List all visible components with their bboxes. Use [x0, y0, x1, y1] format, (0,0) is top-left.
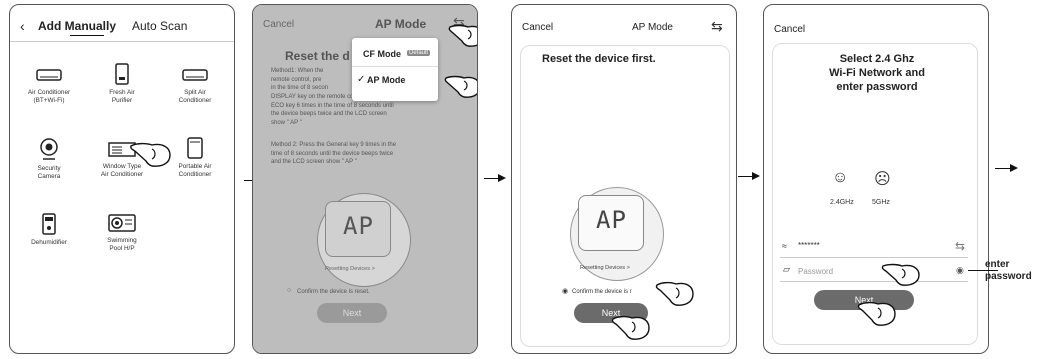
tab-add-manually[interactable]: Add Manually [38, 19, 116, 33]
screen-ap-mode-menu: Cancel AP Mode ⇆ Reset the d Method1: Wh… [252, 4, 478, 354]
device-label: Split Air Conditioner [178, 89, 212, 104]
tap-hand-icon [881, 263, 920, 286]
tap-hand-icon [130, 142, 171, 167]
device-label: Swimming Pool H/P [107, 237, 137, 252]
device-label: Portable Air Conditioner [178, 163, 212, 178]
device-label: Air Conditioner (BT+Wi-Fi) [27, 89, 71, 104]
screen-wifi-password: Cancel Select 2.4 Ghz Wi-Fi Network and … [763, 4, 989, 354]
camera-icon [40, 138, 58, 160]
confirm-checkbox-icon[interactable]: ◉ [562, 287, 568, 295]
tap-hand-icon [444, 75, 477, 98]
ac-unit-icon [36, 69, 62, 81]
ssid-underline [780, 257, 968, 258]
ssid-field[interactable]: ******* [798, 241, 820, 250]
band-5ghz-label: 5GHz [872, 199, 890, 206]
split-ac-icon [182, 69, 208, 81]
cancel-button[interactable]: Cancel [263, 19, 294, 30]
cf-mode-option[interactable]: CF Mode [363, 49, 401, 59]
mode-title: AP Mode [632, 22, 673, 33]
lock-icon: ▱ [783, 264, 790, 274]
dehumidifier-icon [42, 213, 56, 235]
dropdown-divider [352, 66, 438, 67]
tap-hand-icon [857, 301, 896, 326]
wifi-icon: ≈ [782, 241, 787, 251]
device-label: Dehumidifier [31, 239, 67, 246]
check-icon: ✓ [357, 74, 366, 85]
device-fresh-air-purifier[interactable]: Fresh Air Purifier [87, 63, 157, 105]
screen-add-device: ‹ Add Manually Auto Scan Air Conditioner… [9, 4, 235, 354]
device-ac-bt-wifi[interactable]: Air Conditioner (BT+Wi-Fi) [14, 67, 84, 105]
flow-arrow [738, 172, 760, 180]
instruction-heading: Reset the device first. [542, 53, 656, 65]
confirm-checkbox-icon[interactable]: ○ [287, 287, 291, 294]
default-badge: Default [407, 50, 431, 56]
device-label: Fresh Air Purifier [109, 89, 135, 104]
mode-dropdown-menu: CF Mode Default ✓ AP Mode [352, 38, 438, 101]
device-split-ac[interactable]: Split Air Conditioner [160, 67, 230, 105]
method2-text: Method 2: Press the General key 9 times … [271, 142, 397, 166]
password-input[interactable]: Password [798, 267, 833, 276]
tap-hand-icon [655, 281, 694, 306]
lcd-ap-text: AP [596, 206, 627, 234]
device-pool-heat-pump[interactable]: Swimming Pool H/P [87, 213, 157, 253]
ap-mode-option[interactable]: AP Mode [367, 75, 405, 85]
resetting-devices-link[interactable]: Resetting Devices > [325, 266, 375, 272]
lcd-ap-text: AP [343, 212, 374, 240]
tap-hand-icon [611, 315, 650, 340]
screen-reset-device: Cancel AP Mode ⇆ Reset the device first.… [511, 4, 737, 354]
flow-arrow [995, 164, 1018, 172]
password-underline [780, 281, 968, 282]
mode-title: AP Mode [375, 17, 427, 31]
back-chevron-icon[interactable]: ‹ [20, 18, 25, 34]
flow-arrow [484, 174, 506, 182]
switch-network-icon[interactable]: ⇆ [955, 239, 965, 253]
portable-ac-icon [187, 137, 203, 159]
device-label: Security Camera [37, 165, 61, 180]
tab-auto-scan[interactable]: Auto Scan [132, 19, 187, 33]
enter-password-annotation: enter password [985, 259, 1032, 282]
band-2-4ghz-label: 2.4GHz [830, 199, 854, 206]
tab-underline [70, 35, 104, 36]
switch-arrows-icon[interactable]: ⇆ [711, 18, 723, 35]
instruction-heading: Reset the d [285, 49, 350, 63]
resetting-devices-link[interactable]: Resetting Devices > [580, 265, 630, 271]
wifi-heading: Select 2.4 Ghz Wi-Fi Network and enter p… [829, 53, 925, 93]
air-purifier-icon [115, 63, 129, 85]
cancel-button[interactable]: Cancel [774, 24, 805, 35]
confirm-reset-label: Confirm the device is r [572, 289, 632, 295]
next-button[interactable]: Next [317, 303, 387, 323]
pool-heat-pump-icon [108, 214, 136, 232]
cancel-button[interactable]: Cancel [522, 22, 553, 33]
tap-hand-icon [448, 24, 477, 47]
device-dehumidifier[interactable]: Dehumidifier [14, 213, 84, 247]
device-security-camera[interactable]: Security Camera [14, 137, 84, 181]
good-wifi-icon: ☺ [832, 169, 849, 186]
confirm-reset-label: Confirm the device is reset. [297, 289, 370, 295]
show-password-icon[interactable]: ◉ [956, 265, 964, 276]
bad-wifi-icon: ☹ [874, 171, 891, 188]
tabs-divider [10, 41, 234, 42]
